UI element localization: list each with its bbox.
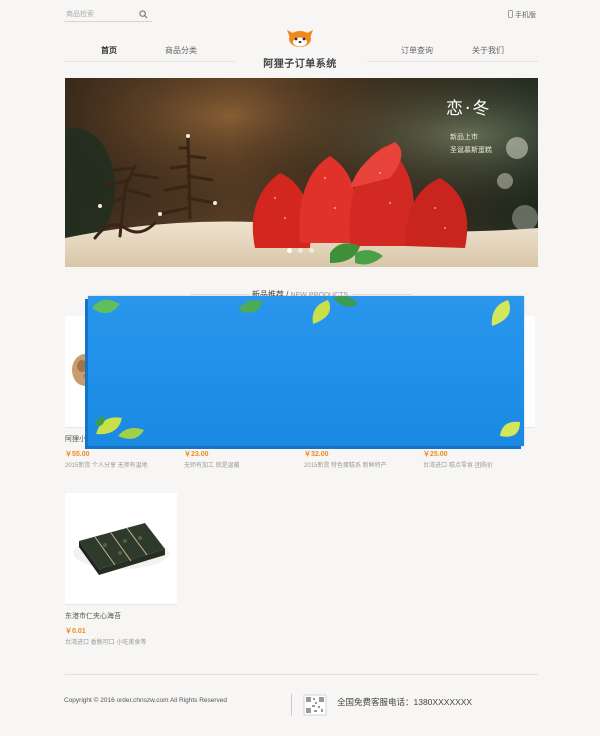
footer-divider-line [65, 674, 538, 675]
banner-dot[interactable] [309, 248, 314, 253]
section-line-right [352, 294, 412, 295]
product-image[interactable] [65, 493, 177, 605]
mobile-version-link[interactable]: 手机版 [508, 10, 536, 20]
banner-dot[interactable] [287, 248, 292, 253]
leaf-decoration-icon [92, 296, 520, 439]
product-price: ￥55.00 [65, 451, 90, 458]
banner-subtitle-2: 圣诞慕斯蛋糕 [450, 146, 492, 154]
copyright-text: Copyright © 2016 order.chnszw.com All Ri… [64, 697, 228, 704]
search-input[interactable] [64, 7, 136, 22]
hero-banner[interactable]: 恋·冬 新品上市 圣诞慕斯蛋糕 [65, 78, 538, 267]
nav-divider-right [367, 61, 538, 62]
product-description: 台湾进口 香脆可口 小吃美食等 [65, 640, 147, 646]
product-description: 台湾进口·糕点零食·团购价 [423, 463, 493, 469]
nav-home[interactable]: 首页 [69, 44, 149, 58]
site-title: 阿狸子订单系统 [263, 59, 337, 70]
banner-subtitle-1: 新品上市 [450, 133, 478, 141]
banner-pagination [287, 248, 314, 253]
product-price: ￥32.00 [304, 451, 329, 458]
fox-logo-icon [287, 30, 313, 47]
product-price: ￥23.00 [184, 451, 209, 458]
banner-caption: 恋·冬 新品上市 圣诞慕斯蛋糕 [446, 94, 492, 157]
nav-order-query[interactable]: 订单查询 [377, 44, 457, 58]
footer-vertical-divider [291, 694, 292, 716]
product-price: ￥25.00 [423, 451, 448, 458]
product-name[interactable]: 东港市仁夹心海苔 [65, 611, 177, 621]
search-icon[interactable] [136, 8, 150, 22]
search-box [64, 7, 152, 22]
product-description: 无师有加工 就是温暖 [184, 463, 240, 469]
site-logo[interactable]: 阿狸子订单系统 [258, 28, 342, 70]
banner-dot[interactable] [298, 248, 303, 253]
service-hotline: 全国免费客服电话：1380XXXXXXX [337, 697, 473, 707]
popup-overlay[interactable] [88, 296, 524, 446]
qr-code-icon [303, 694, 327, 716]
product-description: 2015新货 个人分享 无师有温地 [65, 463, 148, 469]
nav-about[interactable]: 关于我们 [448, 44, 528, 58]
product-description: 2015新货 特色蛋糕系 新鲜特产 [304, 463, 387, 469]
mobile-version-label: 手机版 [515, 12, 536, 19]
product-card[interactable]: 东港市仁夹心海苔 ￥0.01 台湾进口 香脆可口 小吃美食等 [65, 493, 177, 646]
banner-heading: 恋·冬 [446, 99, 492, 119]
nav-divider-left [65, 61, 235, 62]
product-price: ￥0.01 [65, 628, 86, 635]
nav-categories[interactable]: 商品分类 [141, 44, 221, 58]
phone-icon [508, 10, 513, 20]
